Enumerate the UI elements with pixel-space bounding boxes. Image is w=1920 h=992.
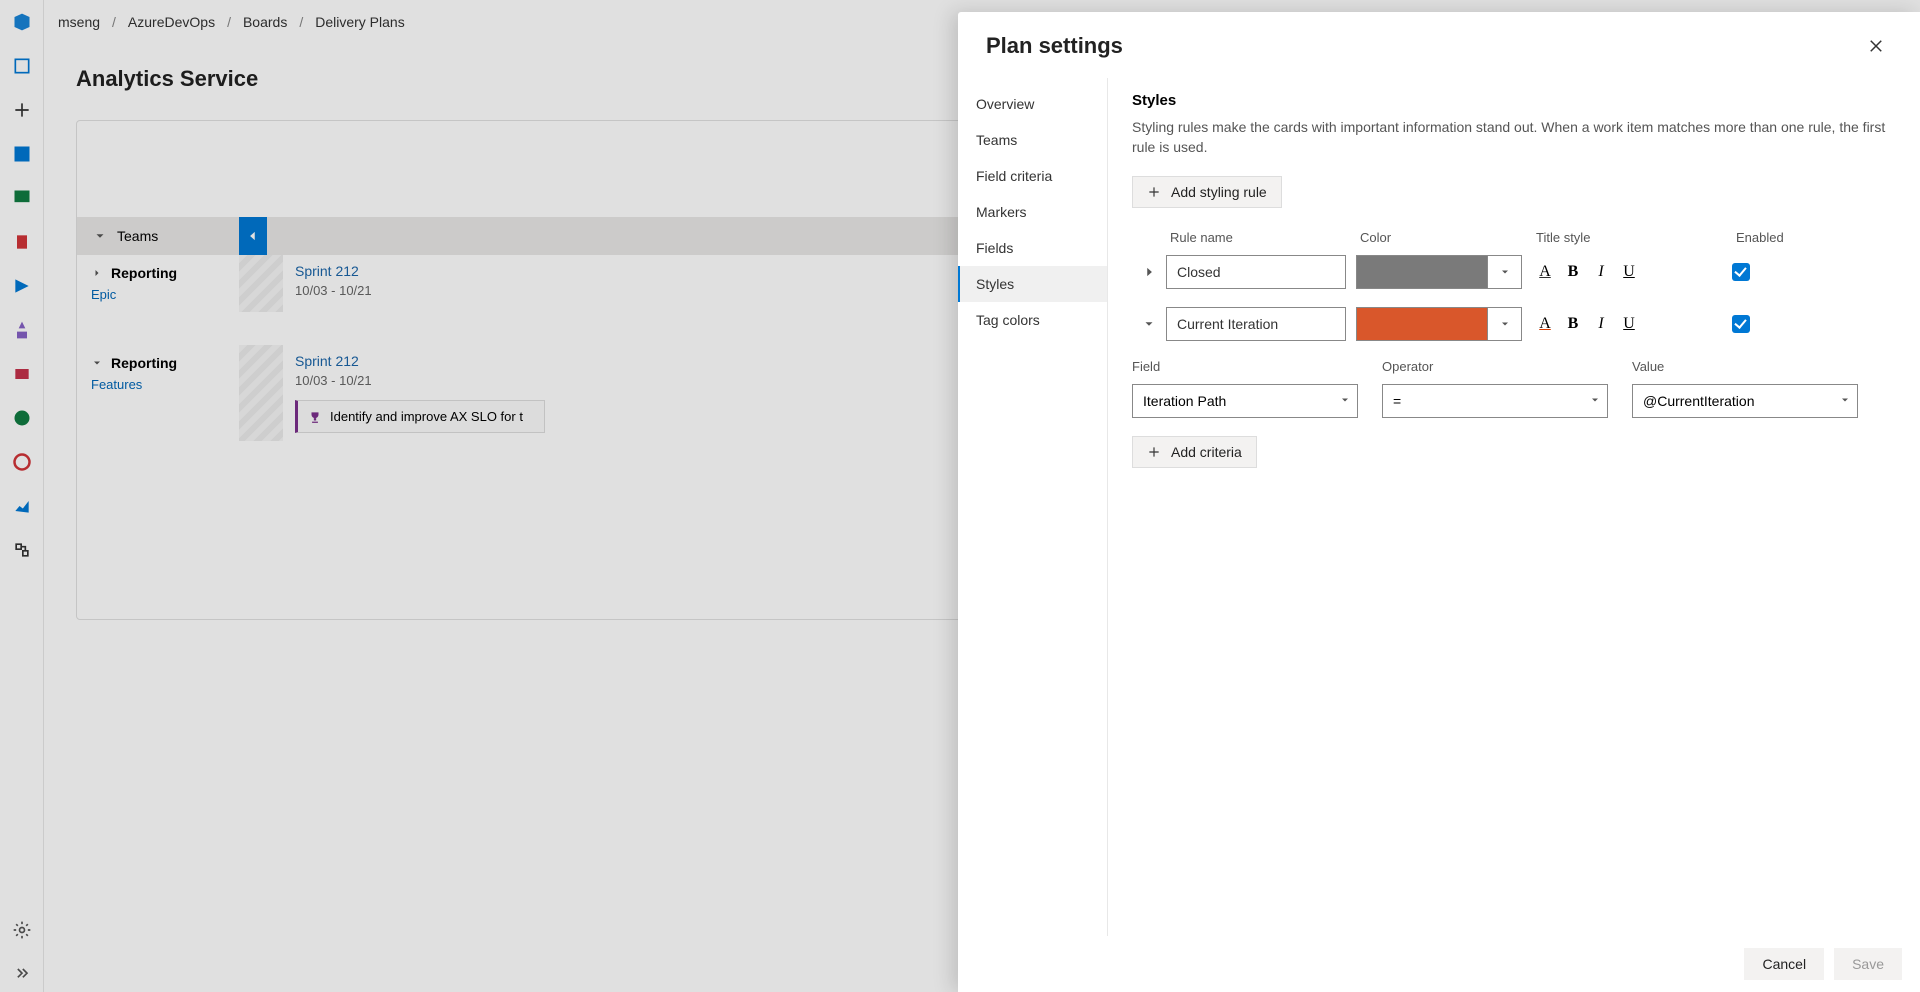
section-heading: Styles [1132,92,1896,109]
nav-field-criteria[interactable]: Field criteria [958,158,1107,194]
rule-name-input[interactable] [1166,307,1346,341]
close-button[interactable] [1860,30,1892,62]
col-value: Value [1632,359,1882,374]
col-operator: Operator [1382,359,1632,374]
section-description: Styling rules make the cards with import… [1132,117,1896,158]
cancel-button[interactable]: Cancel [1744,948,1824,980]
font-color-button[interactable]: A [1532,311,1558,337]
chevron-down-icon[interactable] [1487,308,1521,340]
italic-button[interactable]: I [1588,311,1614,337]
add-rule-label: Add styling rule [1171,184,1267,200]
value-select[interactable]: @CurrentIteration [1632,384,1858,418]
nav-markers[interactable]: Markers [958,194,1107,230]
col-field: Field [1132,359,1382,374]
rule-row: A B I U [1132,307,1896,341]
plan-settings-panel: Plan settings Overview Teams Field crite… [958,12,1920,992]
nav-fields[interactable]: Fields [958,230,1107,266]
operator-select[interactable]: = [1382,384,1608,418]
bold-button[interactable]: B [1560,259,1586,285]
color-picker[interactable] [1356,307,1522,341]
save-button[interactable]: Save [1834,948,1902,980]
chevron-down-icon [1839,393,1851,409]
enabled-checkbox[interactable] [1732,263,1750,281]
nav-overview[interactable]: Overview [958,86,1107,122]
add-criteria-label: Add criteria [1171,444,1242,460]
col-color: Color [1356,230,1532,245]
col-rule-name: Rule name [1166,230,1356,245]
close-icon [1867,37,1885,55]
chevron-down-icon [1589,393,1601,409]
chevron-down-icon [1339,393,1351,409]
panel-title: Plan settings [986,33,1123,59]
bold-button[interactable]: B [1560,311,1586,337]
italic-button[interactable]: I [1588,259,1614,285]
expand-rule-button[interactable] [1132,265,1166,279]
underline-button[interactable]: U [1616,259,1642,285]
col-enabled: Enabled [1732,230,1920,245]
styles-detail: Styles Styling rules make the cards with… [1108,78,1920,936]
nav-styles[interactable]: Styles [958,266,1107,302]
chevron-down-icon [1142,317,1156,331]
font-color-button[interactable]: A [1532,259,1558,285]
enabled-checkbox[interactable] [1732,315,1750,333]
add-styling-rule-button[interactable]: Add styling rule [1132,176,1282,208]
col-title-style: Title style [1532,230,1732,245]
nav-teams[interactable]: Teams [958,122,1107,158]
underline-button[interactable]: U [1616,311,1642,337]
plus-icon [1147,185,1161,199]
field-select[interactable]: Iteration Path [1132,384,1358,418]
settings-nav: Overview Teams Field criteria Markers Fi… [958,78,1108,936]
color-picker[interactable] [1356,255,1522,289]
chevron-down-icon[interactable] [1487,256,1521,288]
plus-icon [1147,445,1161,459]
add-criteria-button[interactable]: Add criteria [1132,436,1257,468]
collapse-rule-button[interactable] [1132,317,1166,331]
rule-name-input[interactable] [1166,255,1346,289]
chevron-right-icon [1142,265,1156,279]
rule-row: A B I U [1132,255,1896,289]
nav-tag-colors[interactable]: Tag colors [958,302,1107,338]
